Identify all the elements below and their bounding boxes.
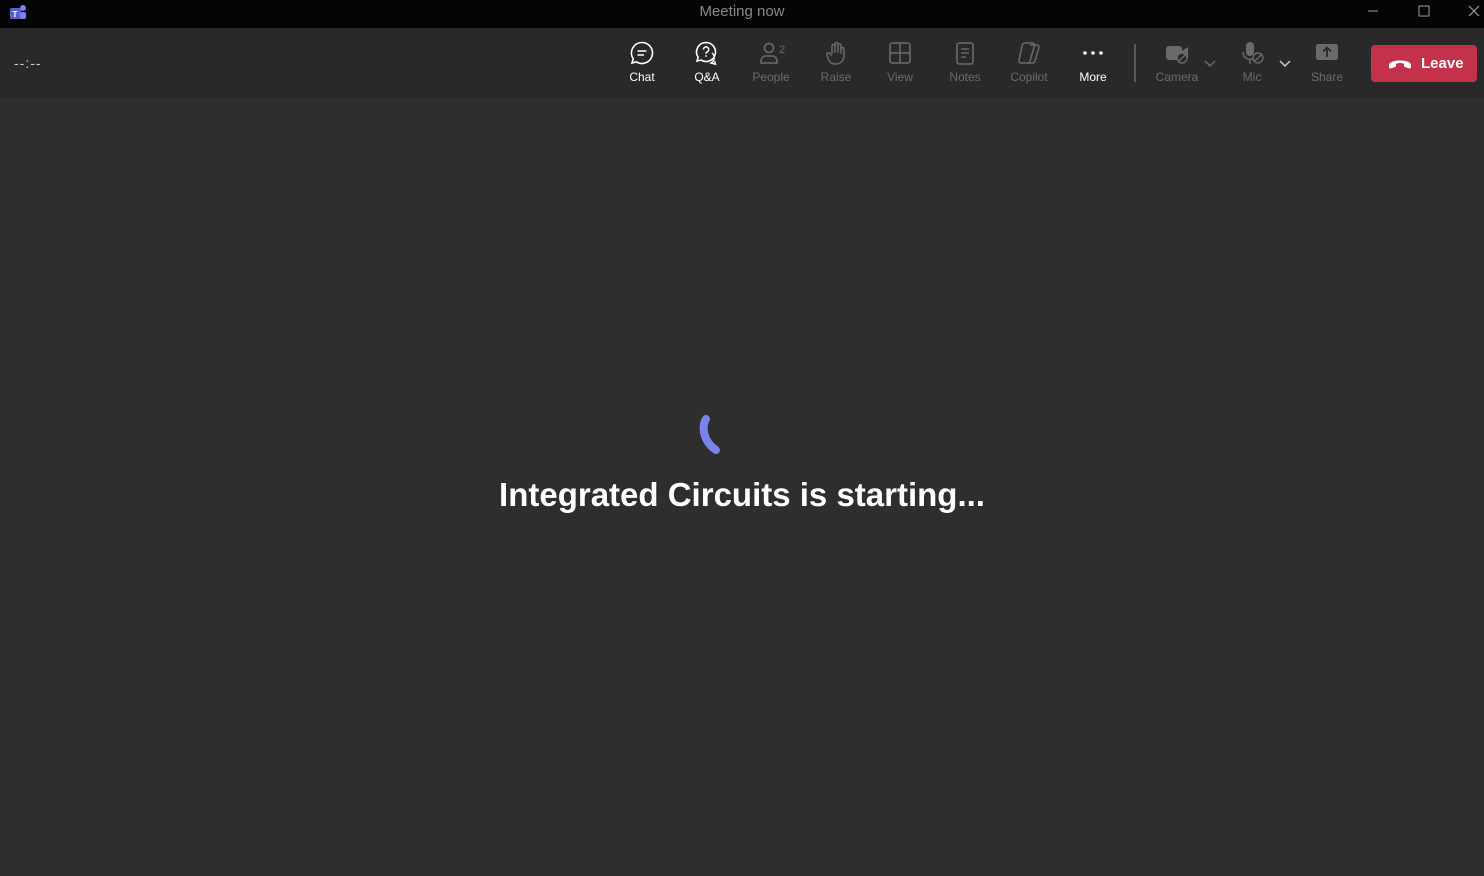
chat-icon xyxy=(630,41,654,65)
more-label: More xyxy=(1079,70,1107,84)
raise-hand-icon xyxy=(826,41,845,65)
mic-options-chevron-down-icon[interactable] xyxy=(1278,56,1292,70)
raise-hand-button[interactable]: Raise xyxy=(806,38,866,90)
meeting-toolbar: --:-- Chat Q&A 2 People Raise View Notes… xyxy=(0,28,1484,98)
qa-icon xyxy=(695,41,717,66)
loading-spinner-icon xyxy=(699,415,720,454)
more-button[interactable]: More xyxy=(1063,38,1123,90)
people-count-badge: 2 xyxy=(779,44,786,56)
maximize-button[interactable] xyxy=(1401,0,1447,28)
close-button[interactable] xyxy=(1451,0,1484,28)
notes-button[interactable]: Notes xyxy=(935,38,995,90)
mic-label: Mic xyxy=(1242,70,1262,84)
minimize-icon xyxy=(1368,10,1378,12)
qa-label: Q&A xyxy=(694,70,720,84)
title-bar: T Meeting now xyxy=(0,0,1484,28)
leave-label: Leave xyxy=(1421,55,1464,72)
share-label: Share xyxy=(1310,70,1344,84)
chat-button[interactable]: Chat xyxy=(612,38,672,90)
camera-label: Camera xyxy=(1155,70,1199,84)
more-icon xyxy=(1083,51,1103,55)
mic-off-icon xyxy=(1242,42,1264,64)
mic-button[interactable]: Mic xyxy=(1222,38,1282,90)
toolbar-divider xyxy=(1134,44,1136,82)
camera-button[interactable]: Camera xyxy=(1147,38,1207,90)
raise-label: Raise xyxy=(820,70,852,84)
notes-icon xyxy=(956,42,974,65)
leave-button[interactable]: Leave xyxy=(1371,45,1477,82)
camera-options-chevron-down-icon[interactable] xyxy=(1203,56,1217,70)
qa-button[interactable]: Q&A xyxy=(677,38,737,90)
hang-up-icon xyxy=(1389,60,1411,69)
camera-off-icon xyxy=(1166,46,1188,64)
chat-label: Chat xyxy=(629,70,655,84)
maximize-icon xyxy=(1418,5,1430,17)
people-label: People xyxy=(752,70,790,84)
copilot-button[interactable]: Copilot xyxy=(999,38,1059,90)
meeting-status-text: Integrated Circuits is starting... xyxy=(499,476,985,513)
close-icon xyxy=(1468,5,1480,17)
share-button[interactable]: Share xyxy=(1297,38,1357,90)
share-icon xyxy=(1316,44,1338,60)
view-grid-icon xyxy=(889,42,911,64)
notes-label: Notes xyxy=(949,70,981,84)
window-title: Meeting now xyxy=(699,3,785,20)
meeting-timer: --:-- xyxy=(14,55,42,71)
copilot-label: Copilot xyxy=(1010,70,1048,84)
copilot-icon xyxy=(1018,42,1040,64)
minimize-button[interactable] xyxy=(1350,0,1396,28)
view-button[interactable]: View xyxy=(870,38,930,90)
people-button[interactable]: 2 People xyxy=(741,38,801,90)
view-label: View xyxy=(887,70,913,84)
